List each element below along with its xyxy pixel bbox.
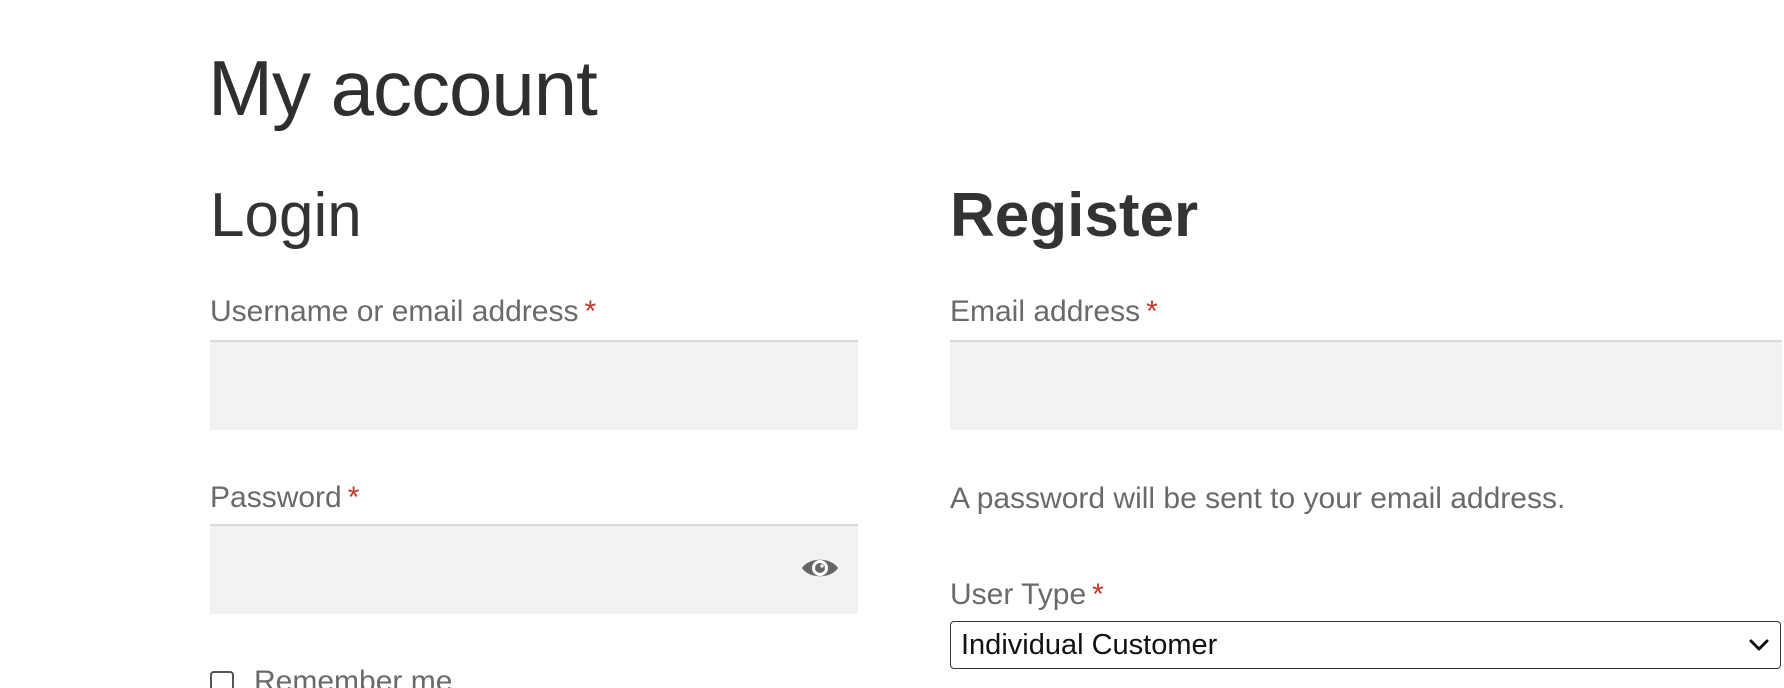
user-type-selected-value: Individual Customer: [961, 628, 1218, 661]
required-marker: *: [347, 481, 360, 514]
register-heading: Register: [950, 181, 1199, 250]
password-input[interactable]: [210, 524, 858, 614]
required-marker: *: [584, 295, 597, 328]
user-type-label-text: User Type: [950, 578, 1087, 611]
password-note: A password will be sent to your email ad…: [950, 482, 1566, 515]
username-label-text: Username or email address: [210, 295, 579, 328]
required-marker: *: [1146, 295, 1158, 328]
login-heading: Login: [210, 181, 362, 250]
remember-me-label: Remember me: [254, 665, 453, 688]
email-input[interactable]: [950, 340, 1782, 430]
required-marker: *: [1092, 578, 1104, 611]
eye-icon: [802, 559, 838, 577]
password-label-text: Password: [210, 481, 342, 514]
email-label-text: Email address: [950, 295, 1141, 328]
username-label: Username or email address *: [210, 294, 596, 330]
my-account-page: My account Login Username or email addre…: [0, 0, 1784, 688]
user-type-label: User Type *: [950, 577, 1104, 613]
password-label: Password *: [210, 480, 359, 516]
user-type-select[interactable]: Individual Customer: [950, 621, 1781, 669]
email-label: Email address *: [950, 294, 1158, 330]
chevron-down-icon: [1749, 639, 1769, 651]
username-input[interactable]: [210, 340, 858, 430]
show-password-button[interactable]: [800, 553, 840, 583]
remember-me-checkbox[interactable]: [210, 671, 234, 688]
page-title: My account: [208, 44, 598, 132]
